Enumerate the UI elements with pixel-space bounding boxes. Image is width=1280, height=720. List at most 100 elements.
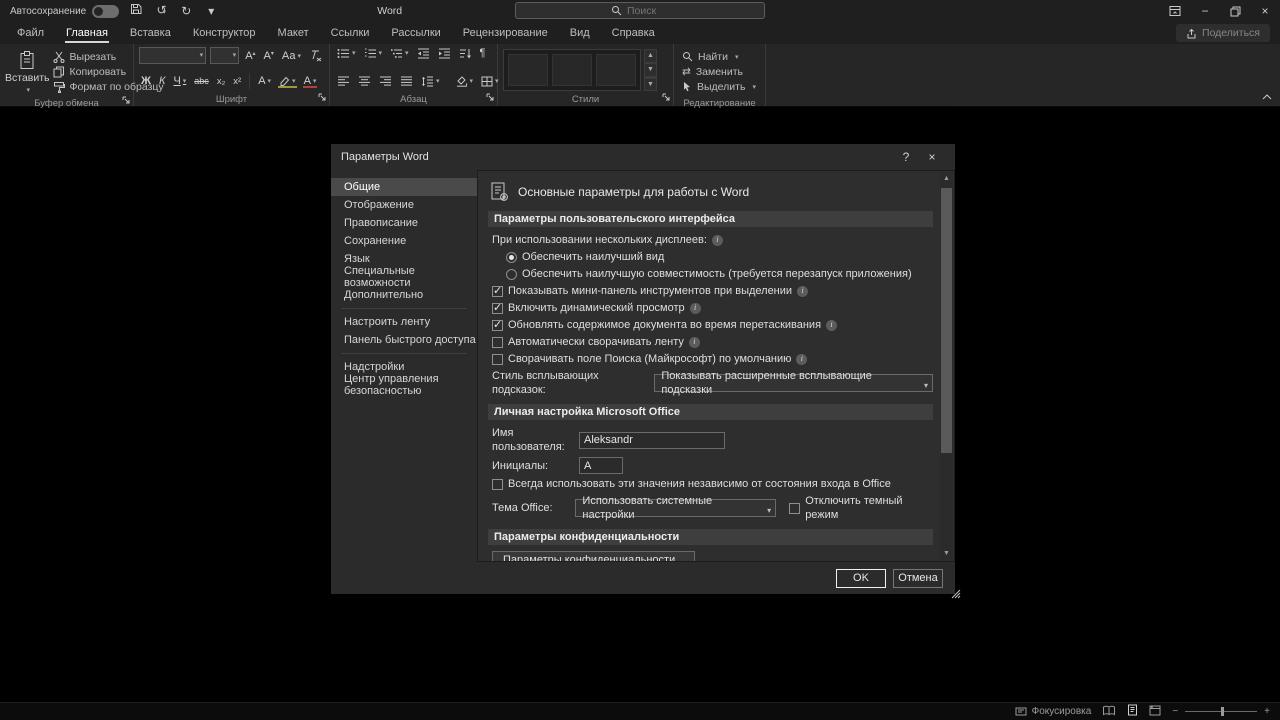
focus-mode-button[interactable]: Фокусировка bbox=[1015, 706, 1091, 717]
align-left-button[interactable] bbox=[335, 76, 352, 87]
radio-best-compatibility[interactable] bbox=[506, 268, 517, 280]
clipboard-dialog-launcher[interactable] bbox=[122, 96, 130, 107]
checkbox-row[interactable]: Включить динамический просмотр bbox=[492, 301, 933, 315]
dialog-help-button[interactable]: ? bbox=[893, 150, 919, 164]
font-color-button[interactable]: А bbox=[302, 75, 319, 88]
sidebar-item-accessibility[interactable]: Специальные возможности bbox=[331, 265, 477, 289]
strikethrough-button[interactable]: abc bbox=[192, 76, 211, 86]
checkbox-live-preview[interactable] bbox=[492, 301, 503, 315]
styles-gallery[interactable] bbox=[503, 48, 641, 91]
initials-input[interactable] bbox=[579, 457, 623, 474]
superscript-button[interactable]: x² bbox=[231, 76, 243, 87]
bullets-button[interactable] bbox=[335, 48, 358, 59]
office-theme-select[interactable]: Использовать системные настройки bbox=[575, 495, 777, 521]
font-dialog-launcher[interactable] bbox=[318, 93, 326, 104]
checkbox-row[interactable]: Всегда использовать эти значения независ… bbox=[492, 477, 933, 491]
font-name-select[interactable] bbox=[139, 47, 207, 64]
search-input[interactable] bbox=[627, 4, 669, 17]
tooltip-style-select[interactable]: Показывать расширенные всплывающие подск… bbox=[654, 370, 933, 396]
checkbox-disable-dark-mode[interactable] bbox=[789, 502, 801, 514]
cancel-button[interactable]: Отмена bbox=[893, 568, 943, 588]
ribbon-display-options-button[interactable] bbox=[1160, 0, 1190, 22]
styles-dialog-launcher[interactable] bbox=[662, 93, 670, 104]
align-center-button[interactable] bbox=[356, 76, 373, 87]
radio-best-appearance[interactable] bbox=[506, 251, 517, 263]
checkbox-collapse-ribbon[interactable] bbox=[492, 336, 503, 348]
print-layout-button[interactable] bbox=[1127, 704, 1138, 719]
line-spacing-button[interactable] bbox=[419, 76, 442, 87]
justify-button[interactable] bbox=[398, 76, 415, 87]
find-button[interactable]: Найти bbox=[679, 49, 759, 64]
scroll-down-icon[interactable]: ▼ bbox=[940, 547, 953, 560]
zoom-in-button[interactable]: + bbox=[1264, 706, 1270, 717]
checkbox-always-use-values[interactable] bbox=[492, 478, 503, 490]
paste-button[interactable]: Вставить bbox=[5, 47, 50, 98]
resize-grip[interactable] bbox=[951, 589, 961, 602]
checkbox-row[interactable]: Автоматически сворачивать ленту bbox=[492, 335, 933, 349]
checkbox-row[interactable]: Показывать мини-панель инструментов при … bbox=[492, 284, 933, 298]
sidebar-item-trust-center[interactable]: Центр управления безопасностью bbox=[331, 373, 477, 397]
tab-view[interactable]: Вид bbox=[559, 22, 601, 44]
sidebar-item-quick-access[interactable]: Панель быстрого доступа bbox=[331, 331, 477, 349]
paragraph-dialog-launcher[interactable] bbox=[486, 93, 494, 104]
tab-mailings[interactable]: Рассылки bbox=[380, 22, 451, 44]
scrollbar-thumb[interactable] bbox=[941, 188, 952, 453]
tab-references[interactable]: Ссылки bbox=[320, 22, 381, 44]
tab-home[interactable]: Главная bbox=[55, 22, 119, 44]
style-tile[interactable] bbox=[596, 53, 636, 86]
zoom-slider[interactable] bbox=[1185, 707, 1258, 716]
show-formatting-marks-button[interactable]: ¶ bbox=[478, 47, 488, 59]
style-tile[interactable] bbox=[552, 53, 592, 86]
styles-scroll-down-button[interactable]: ▼ bbox=[644, 62, 657, 77]
clear-formatting-button[interactable] bbox=[307, 50, 324, 62]
font-size-select[interactable] bbox=[210, 47, 240, 64]
close-button[interactable]: × bbox=[1250, 0, 1280, 22]
zoom-slider-thumb[interactable] bbox=[1221, 707, 1225, 716]
privacy-settings-button[interactable]: Параметры конфиденциальности... bbox=[492, 551, 696, 561]
shading-button[interactable] bbox=[454, 75, 476, 87]
dialog-titlebar[interactable]: Параметры Word ? × bbox=[331, 144, 955, 170]
web-layout-button[interactable] bbox=[1149, 705, 1161, 719]
redo-button[interactable]: ↻ bbox=[178, 0, 194, 22]
select-button[interactable]: Выделить bbox=[679, 79, 759, 94]
checkbox-mini-toolbar[interactable] bbox=[492, 284, 503, 298]
decrease-indent-button[interactable] bbox=[415, 48, 432, 59]
replace-button[interactable]: ⇄ Заменить bbox=[679, 64, 759, 79]
text-effects-button[interactable]: А bbox=[256, 75, 273, 87]
radio-row[interactable]: Обеспечить наилучший вид bbox=[506, 250, 933, 264]
zoom-out-button[interactable]: − bbox=[1172, 706, 1178, 717]
autosave-toggle[interactable]: Автосохранение bbox=[10, 4, 120, 18]
tab-file[interactable]: Файл bbox=[6, 22, 55, 44]
checkbox-row[interactable]: Сворачивать поле Поиска (Майкрософт) по … bbox=[492, 352, 933, 366]
search-bar[interactable] bbox=[515, 2, 765, 19]
undo-button[interactable]: ↺▾ bbox=[153, 0, 169, 24]
share-button[interactable]: Поделиться bbox=[1176, 24, 1270, 42]
shrink-font-button[interactable]: А bbox=[262, 50, 276, 62]
autosave-switch[interactable] bbox=[92, 4, 120, 18]
multilevel-list-button[interactable] bbox=[388, 48, 411, 59]
grow-font-button[interactable]: А bbox=[243, 50, 257, 62]
scroll-up-icon[interactable]: ▲ bbox=[940, 172, 953, 185]
subscript-button[interactable]: x₂ bbox=[215, 76, 227, 87]
content-scrollbar[interactable]: ▲ ▼ bbox=[940, 172, 953, 560]
style-tile[interactable] bbox=[508, 53, 548, 86]
minimize-button[interactable]: − bbox=[1190, 0, 1220, 22]
sidebar-item-save[interactable]: Сохранение bbox=[331, 232, 477, 250]
username-input[interactable] bbox=[579, 431, 725, 449]
checkbox-row[interactable]: Обновлять содержимое документа во время … bbox=[492, 318, 933, 332]
highlight-button[interactable] bbox=[277, 76, 298, 88]
radio-row[interactable]: Обеспечить наилучшую совместимость (треб… bbox=[506, 267, 933, 281]
increase-indent-button[interactable] bbox=[436, 48, 453, 59]
sidebar-item-display[interactable]: Отображение bbox=[331, 196, 477, 214]
collapse-ribbon-button[interactable] bbox=[1262, 91, 1272, 103]
dialog-close-button[interactable]: × bbox=[919, 150, 945, 164]
tab-review[interactable]: Рецензирование bbox=[452, 22, 559, 44]
save-button[interactable] bbox=[128, 0, 144, 22]
sidebar-item-customize-ribbon[interactable]: Настроить ленту bbox=[331, 313, 477, 331]
tab-layout[interactable]: Макет bbox=[267, 22, 320, 44]
italic-button[interactable]: К bbox=[157, 75, 167, 87]
tab-insert[interactable]: Вставка bbox=[119, 22, 182, 44]
checkbox-collapse-search[interactable] bbox=[492, 353, 503, 365]
sort-button[interactable] bbox=[457, 48, 474, 59]
checkbox-drag-update[interactable] bbox=[492, 318, 503, 332]
